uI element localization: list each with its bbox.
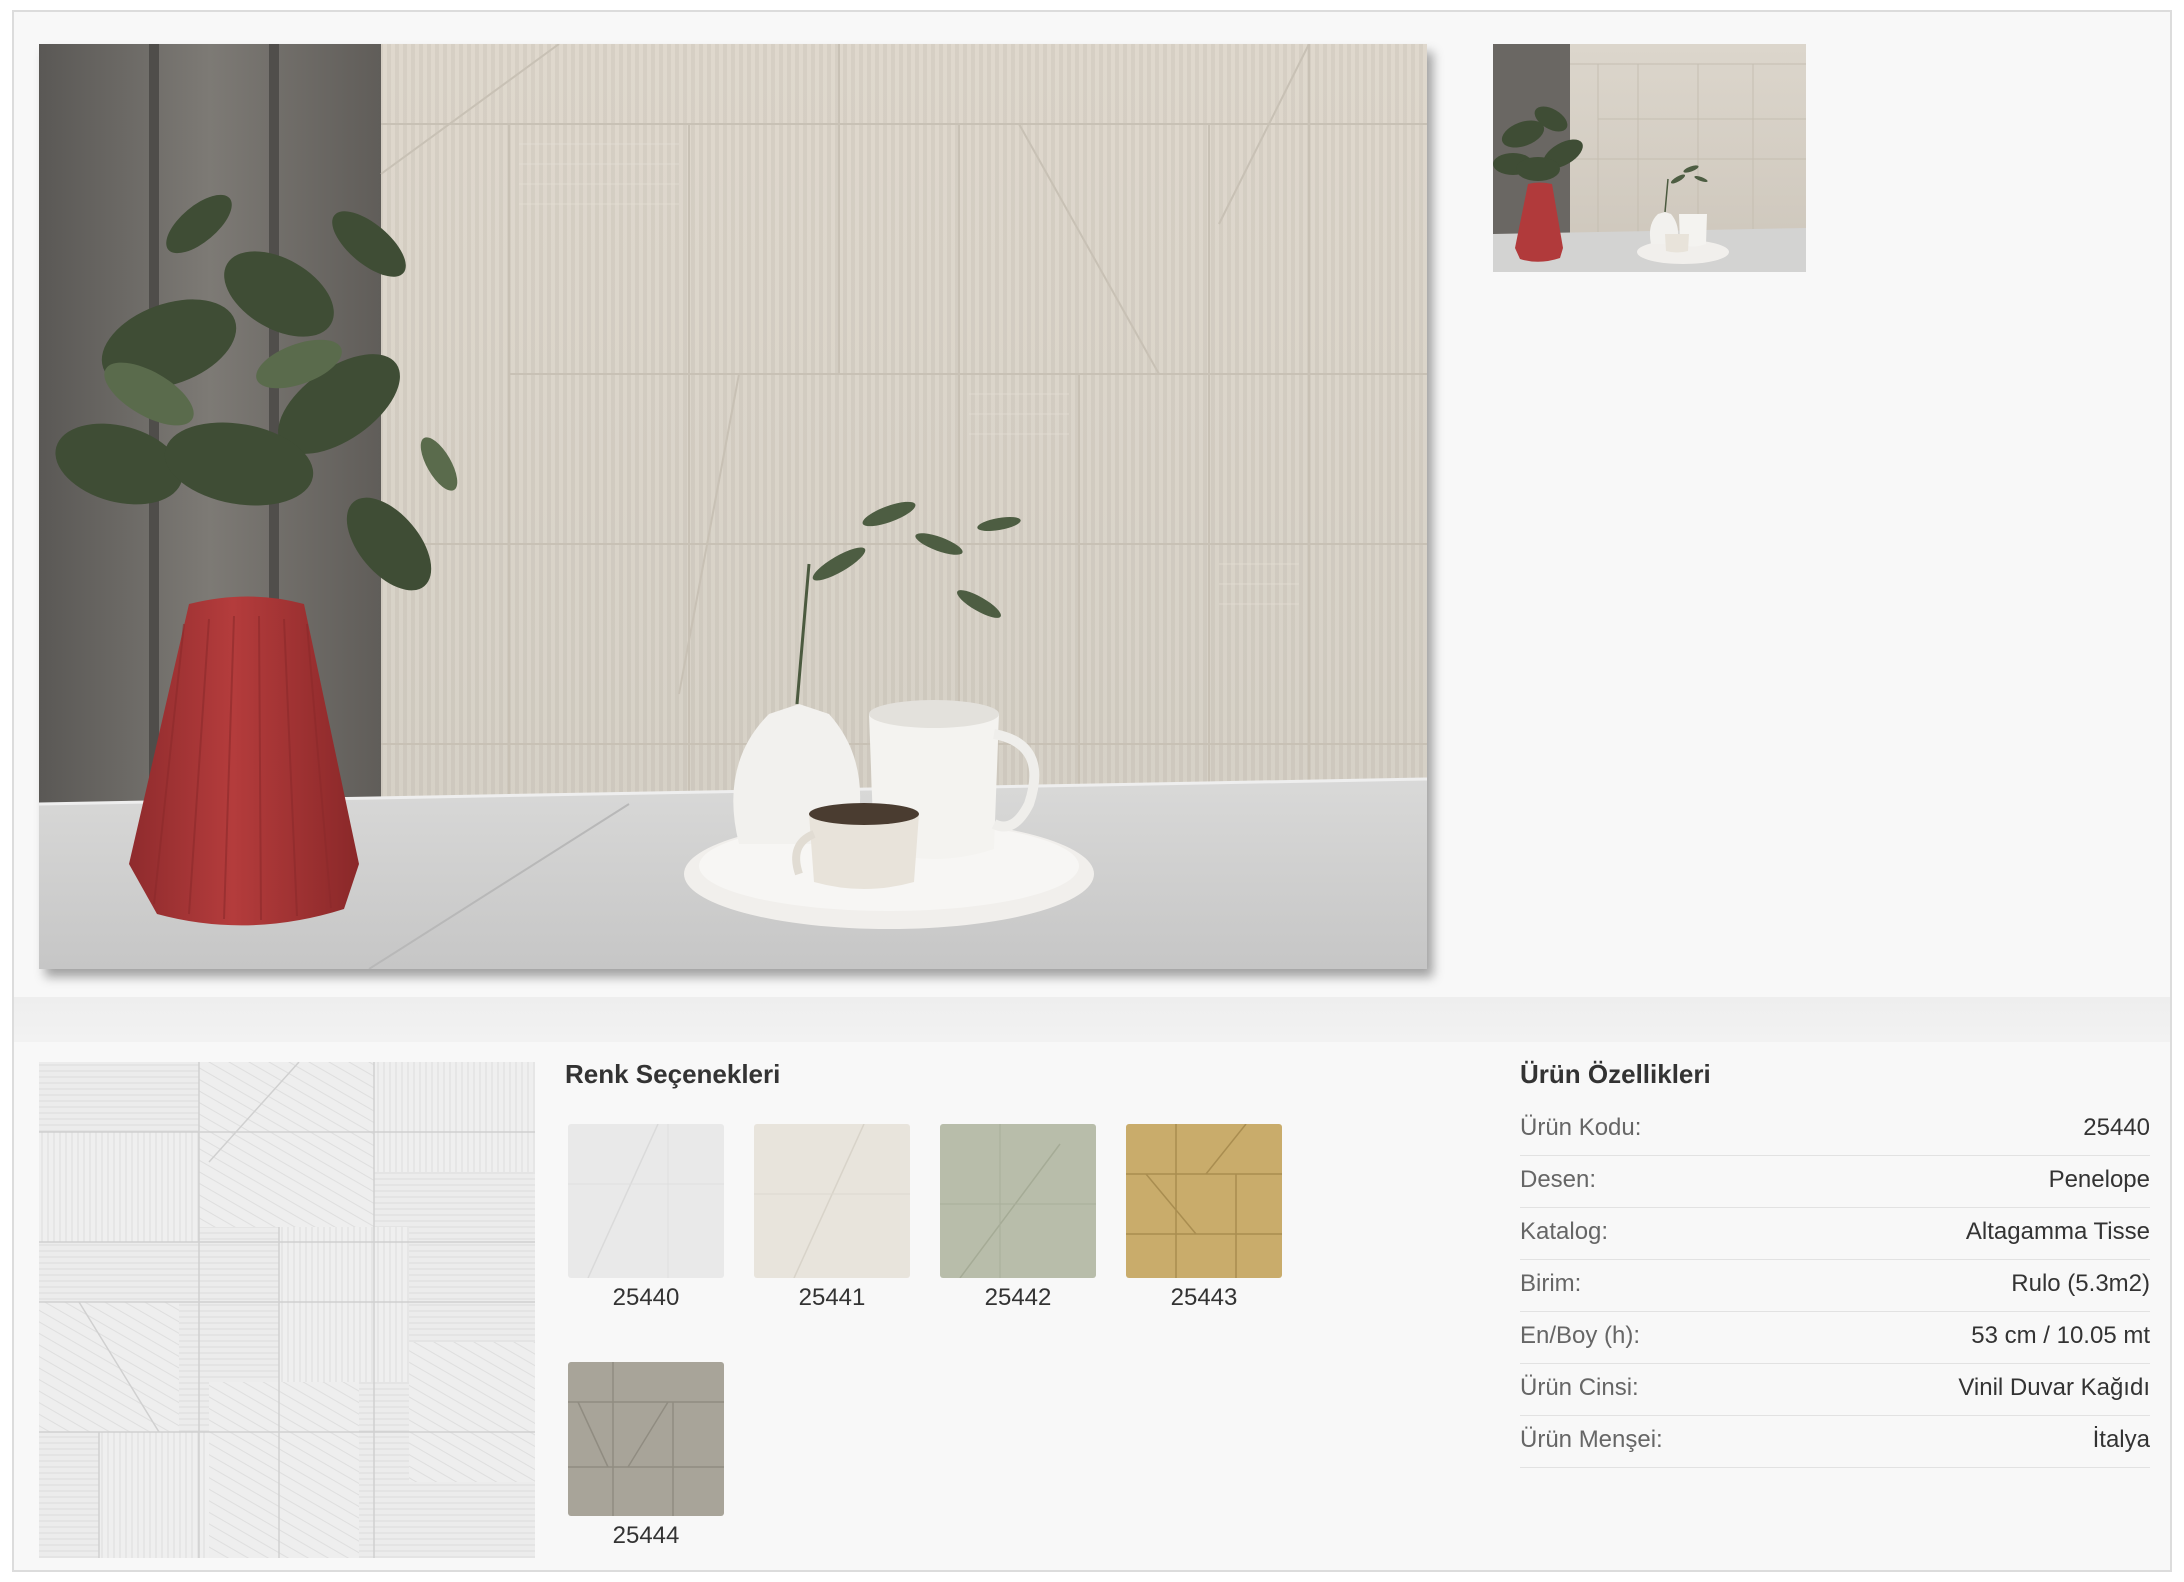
color-swatch[interactable] xyxy=(940,1124,1096,1278)
color-options-title: Renk Seçenekleri xyxy=(565,1059,781,1089)
spec-value: Rulo (5.3m2) xyxy=(2011,1270,2150,1297)
color-swatch[interactable] xyxy=(568,1124,724,1278)
spec-label: Desen: xyxy=(1520,1166,1597,1193)
spec-value: Altagamma Tisse xyxy=(1965,1218,2150,1245)
spec-label: Ürün Kodu: xyxy=(1520,1114,1642,1141)
color-option-25444[interactable]: 25444 xyxy=(568,1362,724,1550)
color-code: 25444 xyxy=(612,1522,680,1549)
spec-label: Ürün Cinsi: xyxy=(1520,1374,1639,1401)
color-swatch[interactable] xyxy=(1126,1124,1282,1278)
spec-row-catalog: Katalog: Altagamma Tisse xyxy=(1520,1208,2150,1260)
color-code: 25441 xyxy=(798,1284,866,1311)
product-specs-title: Ürün Özellikleri xyxy=(1520,1059,1711,1089)
color-code: 25442 xyxy=(984,1284,1052,1311)
spec-value: Penelope xyxy=(2048,1166,2150,1193)
section-divider xyxy=(14,997,2170,1042)
color-swatch[interactable] xyxy=(754,1124,910,1278)
spec-row-unit: Birim: Rulo (5.3m2) xyxy=(1520,1260,2150,1312)
spec-value: Vinil Duvar Kağıdı xyxy=(1958,1374,2150,1401)
color-option-25440[interactable]: 25440 xyxy=(568,1124,724,1312)
color-code: 25443 xyxy=(1170,1284,1238,1311)
spec-row-pattern: Desen: Penelope xyxy=(1520,1156,2150,1208)
color-code: 25440 xyxy=(612,1284,680,1311)
spec-value: 53 cm / 10.05 mt xyxy=(1971,1322,2150,1349)
color-option-25443[interactable]: 25443 xyxy=(1126,1124,1282,1312)
spec-value: 25440 xyxy=(2083,1114,2150,1141)
color-option-25442[interactable]: 25442 xyxy=(940,1124,1096,1312)
gallery-section xyxy=(14,12,2170,997)
color-option-25441[interactable]: 25441 xyxy=(754,1124,910,1312)
spec-label: Katalog: xyxy=(1520,1218,1609,1245)
color-swatch[interactable] xyxy=(568,1362,724,1516)
product-page: Renk Seçenekleri 25440 25441 25442 25443 xyxy=(12,10,2172,1572)
spec-label: En/Boy (h): xyxy=(1520,1322,1641,1349)
spec-value: İtalya xyxy=(2092,1426,2150,1453)
spec-row-product-type: Ürün Cinsi: Vinil Duvar Kağıdı xyxy=(1520,1364,2150,1416)
details-section: Renk Seçenekleri 25440 25441 25442 25443 xyxy=(14,1042,2170,1570)
room-scene-image[interactable] xyxy=(39,44,1427,969)
spec-row-dimensions: En/Boy (h): 53 cm / 10.05 mt xyxy=(1520,1312,2150,1364)
pattern-swatch-image[interactable] xyxy=(39,1062,535,1558)
spec-label: Birim: xyxy=(1520,1270,1582,1297)
spec-row-product-code: Ürün Kodu: 25440 xyxy=(1520,1104,2150,1156)
room-scene-thumbnail[interactable] xyxy=(1493,44,1806,272)
spec-label: Ürün Menşei: xyxy=(1520,1426,1663,1453)
spec-row-origin: Ürün Menşei: İtalya xyxy=(1520,1416,2150,1468)
